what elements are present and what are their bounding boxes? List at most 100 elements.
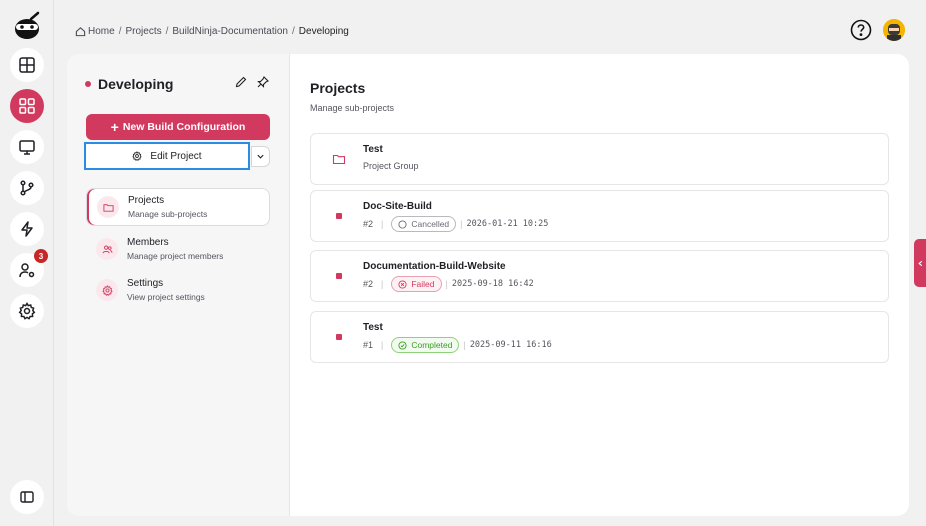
sidebar-item-label: Projects — [128, 195, 165, 206]
right-panel-toggle[interactable] — [914, 239, 926, 287]
rail-projects-button[interactable] — [10, 89, 44, 123]
item-title[interactable]: Documentation-Build-Website — [363, 261, 506, 272]
sidebar-toggle-button[interactable] — [10, 480, 44, 514]
sidebar-item-members[interactable]: Members Manage project members — [86, 230, 270, 268]
sidebar-item-description: Manage project members — [127, 251, 224, 261]
folder-icon — [332, 154, 346, 165]
project-name: Developing — [98, 76, 174, 92]
sidebar-item-description: View project settings — [127, 292, 205, 302]
build-config-marker — [336, 213, 342, 219]
ninja-logo-icon[interactable] — [11, 10, 43, 42]
list-item-build[interactable]: Test #1 | Completed | 2025-09-11 16:16 — [310, 311, 889, 363]
item-title[interactable]: Test — [363, 144, 383, 155]
rail-users-button[interactable]: 3 — [10, 249, 48, 287]
build-number[interactable]: #2 — [363, 279, 373, 289]
list-item-project-group[interactable]: Test Project Group — [310, 133, 889, 185]
status-label: Completed — [411, 340, 453, 350]
edit-project-label: Edit Project — [150, 150, 202, 162]
build-number[interactable]: #1 — [363, 340, 373, 350]
users-icon — [96, 238, 118, 260]
chevron-left-icon — [917, 260, 922, 266]
gear-icon — [132, 151, 143, 161]
breadcrumb-projects[interactable]: Projects — [125, 26, 161, 37]
build-date: 2026-01-21 10:25 — [466, 219, 549, 229]
status-badge: Failed — [391, 276, 442, 292]
monitor-icon — [19, 140, 35, 155]
sidebar-item-label: Members — [127, 237, 169, 248]
help-icon[interactable] — [850, 19, 872, 41]
item-subtitle: Project Group — [363, 161, 419, 171]
home-icon[interactable] — [75, 26, 86, 37]
project-title-actions — [235, 76, 269, 88]
circle-icon — [398, 219, 407, 229]
plus-icon: + — [110, 119, 119, 135]
rail-settings-button[interactable] — [10, 294, 44, 328]
pencil-icon[interactable] — [235, 76, 247, 88]
status-badge: Cancelled — [391, 216, 457, 232]
project-sidebar: Developing + New Build Configuration Edi… — [67, 54, 290, 516]
gear-icon — [96, 279, 118, 301]
breadcrumb-parent-project[interactable]: BuildNinja-Documentation — [172, 26, 288, 37]
build-meta: #1 | Completed | 2025-09-11 16:16 — [363, 337, 552, 353]
build-meta: #2 | Cancelled | 2026-01-21 10:25 — [363, 216, 548, 232]
status-label: Cancelled — [411, 219, 450, 229]
avatar[interactable] — [883, 19, 905, 41]
item-title[interactable]: Test — [363, 322, 383, 333]
divider: | — [381, 279, 384, 289]
build-date: 2025-09-18 16:42 — [451, 279, 534, 289]
divider: | — [445, 279, 448, 289]
pin-icon[interactable] — [257, 76, 269, 88]
build-config-marker — [336, 334, 342, 340]
grid-icon — [19, 98, 35, 114]
rail-agents-button[interactable] — [10, 130, 44, 164]
x-circle-icon — [398, 279, 407, 289]
chevron-down-icon — [257, 154, 264, 159]
rail-divider — [53, 0, 54, 526]
build-date: 2025-09-11 16:16 — [469, 340, 552, 350]
edit-project-button[interactable]: Edit Project — [84, 142, 250, 170]
lightning-icon — [21, 221, 33, 237]
breadcrumb: Home / Projects / BuildNinja-Documentati… — [75, 24, 349, 38]
check-circle-icon — [398, 340, 407, 350]
divider: | — [381, 340, 384, 350]
sidebar-item-settings[interactable]: Settings View project settings — [86, 271, 270, 309]
project-status-dot — [85, 81, 91, 87]
list-item-build[interactable]: Doc-Site-Build #2 | Cancelled | 2026-01-… — [310, 190, 889, 242]
sidebar-item-projects[interactable]: Projects Manage sub-projects — [86, 188, 270, 226]
breadcrumb-current: Developing — [298, 25, 349, 37]
folder-icon — [97, 196, 119, 218]
rail-vcs-button[interactable] — [10, 171, 44, 205]
gear-icon — [18, 302, 36, 320]
divider: | — [463, 340, 466, 350]
project-title: Developing — [85, 76, 173, 92]
new-build-configuration-button[interactable]: + New Build Configuration — [86, 114, 270, 140]
sidebar-item-label: Settings — [127, 278, 164, 289]
page-subtitle: Manage sub-projects — [310, 103, 395, 113]
main-content: Projects Manage sub-projects Test Projec… — [310, 54, 889, 516]
list-item-build[interactable]: Documentation-Build-Website #2 | Failed … — [310, 250, 889, 302]
notification-badge: 3 — [34, 249, 48, 263]
divider: | — [381, 219, 384, 229]
divider: | — [460, 219, 463, 229]
breadcrumb-home[interactable]: Home — [88, 26, 115, 37]
sidebar-collapse-icon — [20, 491, 34, 503]
git-branch-icon — [20, 180, 34, 196]
build-config-marker — [336, 273, 342, 279]
status-badge: Completed — [391, 337, 460, 353]
layout-icon — [19, 57, 35, 73]
project-card: Developing + New Build Configuration Edi… — [67, 54, 909, 516]
user-settings-icon — [19, 263, 35, 278]
more-actions-dropdown[interactable] — [251, 146, 270, 167]
breadcrumb-separator: / — [118, 25, 122, 37]
build-meta: #2 | Failed | 2025-09-18 16:42 — [363, 276, 534, 292]
status-label: Failed — [411, 279, 435, 289]
new-build-label: New Build Configuration — [122, 121, 246, 133]
sidebar-item-description: Manage sub-projects — [128, 209, 208, 219]
rail-triggers-button[interactable] — [10, 212, 44, 246]
breadcrumb-separator: / — [292, 25, 295, 37]
page-title: Projects — [310, 80, 366, 96]
build-number[interactable]: #2 — [363, 219, 373, 229]
breadcrumb-separator: / — [165, 25, 169, 37]
rail-dashboard-button[interactable] — [10, 48, 44, 82]
item-title[interactable]: Doc-Site-Build — [363, 201, 432, 212]
